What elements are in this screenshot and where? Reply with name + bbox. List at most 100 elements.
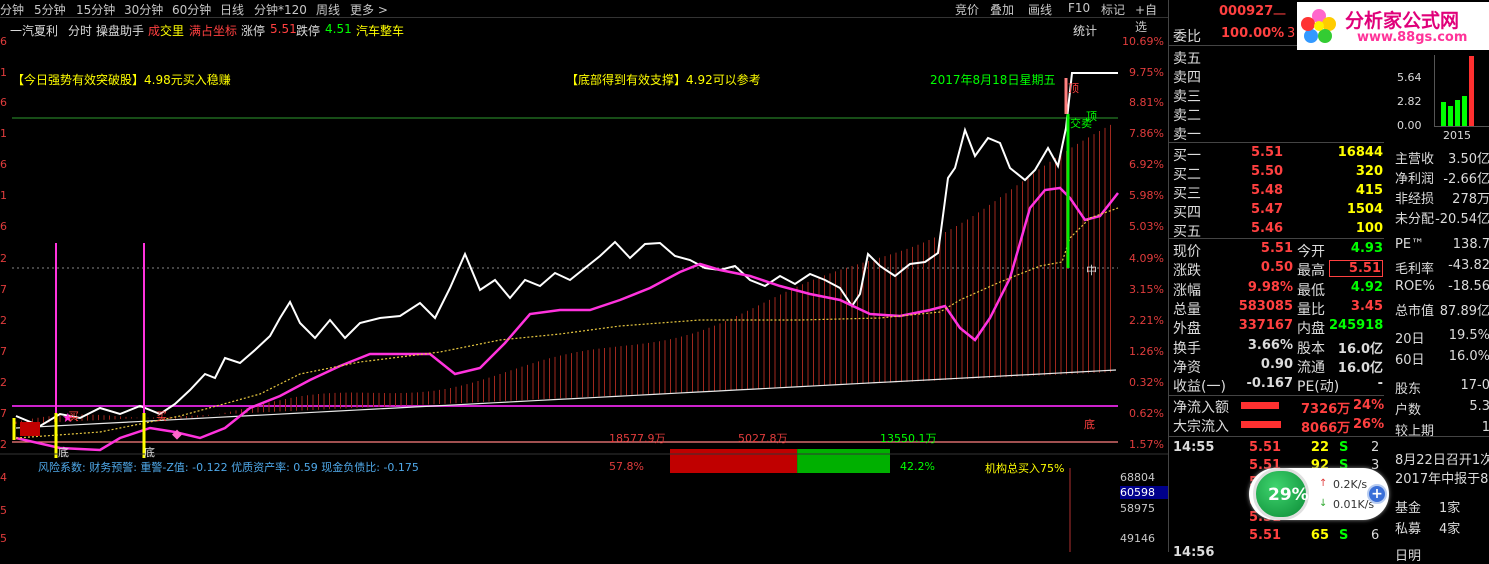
speed-widget[interactable]: 29% ↑ 0.2K/s ↓ 0.01K/s + bbox=[1249, 468, 1389, 520]
left-axis-label: 7 bbox=[0, 283, 7, 296]
sector-name: 汽车整车 bbox=[356, 24, 405, 38]
right-axis-label: 2.21% bbox=[1129, 314, 1164, 327]
fin-label: 非经损 bbox=[1395, 192, 1435, 207]
period-more[interactable]: 更多 > bbox=[350, 1, 388, 18]
quote-row-value: - bbox=[1377, 376, 1383, 392]
quote-row-label: 股本 bbox=[1297, 340, 1325, 357]
volume-toggle-b[interactable]: 交里 bbox=[160, 22, 184, 39]
tab-assistant[interactable]: 操盘助手 bbox=[96, 22, 144, 39]
fin-bar bbox=[1462, 96, 1467, 126]
mark-button[interactable]: 标记 bbox=[1101, 1, 1125, 18]
quote-row-value: 245918 bbox=[1329, 318, 1384, 334]
right-axis-label: 5.03% bbox=[1129, 220, 1164, 233]
flow-left-value: 18577.9万 bbox=[609, 432, 666, 445]
left-axis-label: 2 bbox=[0, 314, 7, 327]
fin-label: 户数 bbox=[1395, 403, 1422, 418]
weibi-extra: 3 bbox=[1287, 26, 1296, 41]
quote-row-label: 总量 bbox=[1173, 301, 1201, 318]
flow-green-pct: 42.2% bbox=[900, 460, 935, 473]
buy-level-label: 买四 bbox=[1173, 205, 1201, 221]
full-coord-toggle[interactable]: 满占坐标 bbox=[189, 22, 237, 39]
period-5min[interactable]: 5分钟 bbox=[34, 1, 66, 18]
flow-mid-value: 5027.8万 bbox=[738, 432, 788, 445]
draw-line-button[interactable]: 画线 bbox=[1028, 1, 1052, 18]
buy-level-label: 买三 bbox=[1173, 186, 1201, 202]
memory-gauge[interactable]: 29% bbox=[1253, 468, 1309, 520]
sell-cross-marker: 交卖 bbox=[1070, 117, 1092, 130]
netflow-bar bbox=[1241, 402, 1279, 409]
fin-label: 股东 bbox=[1395, 382, 1422, 397]
fin-bar bbox=[1448, 106, 1453, 126]
quote-row-label: 今开 bbox=[1297, 244, 1325, 260]
vol-axis-1: 68804 bbox=[1120, 471, 1155, 484]
left-axis-label: 6 bbox=[0, 158, 7, 171]
fin-last: 日明 bbox=[1395, 549, 1422, 564]
fin-label: 60日 bbox=[1395, 353, 1425, 368]
fin-bar bbox=[1455, 100, 1460, 126]
crosshair-marker: 中 bbox=[1086, 264, 1097, 277]
f10-button[interactable]: F10 bbox=[1068, 1, 1090, 15]
upload-arrow-icon: ↑ bbox=[1319, 478, 1328, 489]
left-vol-2: 5 bbox=[0, 504, 7, 517]
fin-label: 20日 bbox=[1395, 332, 1425, 347]
tick-count: 6 bbox=[1371, 528, 1380, 543]
star-marker-2: ◆ bbox=[172, 427, 182, 442]
period-30min[interactable]: 30分钟 bbox=[124, 1, 163, 18]
stats-button[interactable]: 统计 bbox=[1073, 22, 1097, 39]
period-15min[interactable]: 15分钟 bbox=[76, 1, 115, 18]
fin-value: 1 bbox=[1481, 420, 1489, 435]
fin-bar-chart bbox=[1434, 55, 1489, 127]
sell-level-label: 卖五 bbox=[1173, 51, 1201, 67]
left-axis-label: 7 bbox=[0, 407, 7, 420]
quote-row-value: 0.50 bbox=[1260, 260, 1293, 276]
right-axis-label: 4.09% bbox=[1129, 252, 1164, 265]
quote-row-value: 5.51 bbox=[1260, 241, 1293, 256]
institution-buy: 机构总买入75% bbox=[985, 462, 1065, 475]
fin-label: 主营收 bbox=[1395, 152, 1435, 167]
left-axis-label: 6 bbox=[0, 220, 7, 233]
weibi-label: 委比 bbox=[1173, 29, 1201, 45]
netflow-pct: 24% bbox=[1353, 398, 1385, 413]
fin-value: -18.56 bbox=[1448, 279, 1489, 294]
volume-toggle-a[interactable]: 成 bbox=[148, 22, 160, 39]
fin-value: -2.66亿 bbox=[1443, 172, 1489, 187]
period-daily[interactable]: 日线 bbox=[220, 1, 244, 18]
right-axis-label: 10.69% bbox=[1122, 35, 1164, 48]
period-120min[interactable]: 分钟*120 bbox=[254, 1, 307, 18]
period-60min[interactable]: 60分钟 bbox=[172, 1, 211, 18]
quote-row-value: 5.51 bbox=[1329, 260, 1383, 278]
quote-row-value: 583085 bbox=[1238, 298, 1293, 314]
quote-row-label: 最高 bbox=[1297, 263, 1325, 280]
quote-row-value: -0.167 bbox=[1246, 376, 1293, 392]
auction-button[interactable]: 竞价 bbox=[955, 1, 979, 18]
flower-icon bbox=[1301, 9, 1336, 43]
quote-row-label: 内盘 bbox=[1297, 321, 1325, 338]
fin-year: 2015 bbox=[1443, 129, 1471, 142]
tick-side: S bbox=[1339, 440, 1349, 455]
risk-text: 风险系数: 财务预警: 重警-Z值: -0.122 优质资产率: 0.59 现金… bbox=[38, 461, 419, 474]
fin-value: -43.82 bbox=[1448, 258, 1489, 273]
right-axis-label: 1.26% bbox=[1129, 345, 1164, 358]
right-axis-label: 6.92% bbox=[1129, 158, 1164, 171]
period-weekly[interactable]: 周线 bbox=[316, 1, 340, 18]
plus-button[interactable]: + bbox=[1367, 484, 1387, 504]
left-axis-label: 2 bbox=[0, 438, 7, 451]
period-1min[interactable]: 分钟 bbox=[0, 1, 24, 18]
date-annotation: 2017年8月18日星期五 bbox=[930, 73, 1056, 87]
buy-level-label: 买一 bbox=[1173, 148, 1201, 164]
logo-title: 分析家公式网 bbox=[1345, 10, 1460, 32]
quote-row-value: 4.93 bbox=[1350, 241, 1383, 256]
fin-axis-1: 5.64 bbox=[1397, 71, 1422, 84]
fin-label: 净利润 bbox=[1395, 172, 1435, 187]
left-axis-label: 6 bbox=[0, 96, 7, 109]
sell-level-label: 卖四 bbox=[1173, 70, 1201, 86]
buy-level-volume: 415 bbox=[1355, 183, 1383, 198]
buy-marker-1: 买 bbox=[68, 410, 79, 423]
intraday-chart[interactable]: ★ ◆ 一汽夏利 分时 操盘助手 成 交里 满占坐标 涨停 5.51 跌停 4.5… bbox=[0, 18, 1168, 552]
buy-level-price: 5.48 bbox=[1251, 183, 1284, 198]
overlay-button[interactable]: 叠加 bbox=[990, 1, 1014, 18]
tab-fenshi[interactable]: 分时 bbox=[68, 22, 92, 39]
buy-marker-2: 买 bbox=[156, 410, 167, 423]
memory-pct: 29% bbox=[1268, 485, 1309, 505]
breakout-annotation: 【今日强势有效突破股】4.98元买入稳赚 bbox=[12, 73, 231, 87]
